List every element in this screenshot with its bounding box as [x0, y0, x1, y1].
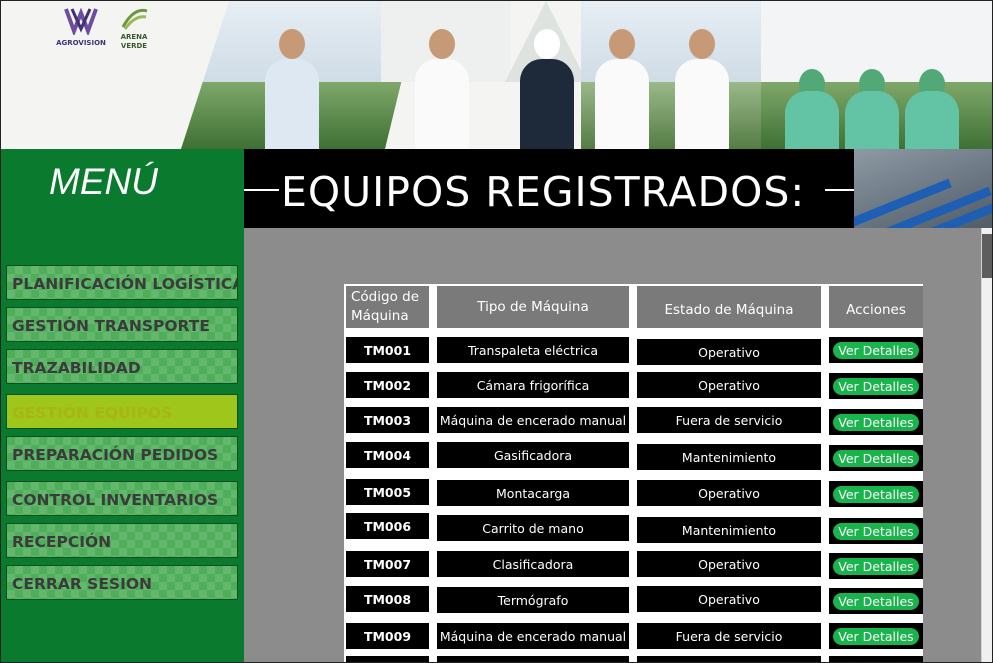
row-6-code: TM006 — [346, 513, 429, 539]
sidebar-item-trazabilidad[interactable]: TRAZABILIDAD — [6, 349, 238, 384]
row-2-type: Cámara frigorífica — [437, 372, 629, 398]
arena-verde-logo-text: ARENA VERDE — [120, 33, 148, 50]
row-6-status: Mantenimiento — [637, 517, 821, 543]
agrovision-logo: AGROVISION — [55, 5, 107, 47]
view-details-button[interactable]: Ver Detalles — [833, 592, 919, 610]
sidebar-item-preparacion-pedidos[interactable]: PREPARACIÓN PEDIDOS — [6, 436, 238, 471]
row-9-actions: Ver Detalles — [829, 623, 923, 649]
row-5-actions: Ver Detalles — [829, 481, 923, 507]
agrovision-logo-icon — [64, 7, 98, 37]
row-1-actions: Ver Detalles — [829, 337, 923, 363]
row-4-code: TM004 — [346, 442, 429, 468]
vertical-scrollbar[interactable] — [981, 228, 992, 662]
view-details-button[interactable]: Ver Detalles — [833, 522, 919, 540]
sidebar-item-gestion-transporte[interactable]: GESTIÓN TRANSPORTE — [6, 307, 238, 342]
column-header-tipo: Tipo de Máquina — [437, 286, 629, 328]
row-7-code: TM007 — [346, 551, 429, 577]
row-7-status: Operativo — [637, 551, 821, 577]
agrovision-logo-text: AGROVISION — [56, 39, 106, 47]
row-9-status: Fuera de servicio — [637, 623, 821, 649]
row-3-status: Fuera de servicio — [637, 407, 821, 433]
row-2-actions: Ver Detalles — [829, 373, 923, 399]
sidebar-item-cerrar-sesion[interactable]: CERRAR SESION — [6, 565, 238, 600]
row-6-actions: Ver Detalles — [829, 518, 923, 544]
page-title: EQUIPOS REGISTRADOS: — [281, 168, 806, 216]
sidebar-item-planificacion-logistica[interactable]: PLANIFICACIÓN LOGÍSTICA — [6, 265, 238, 300]
view-details-button[interactable]: Ver Detalles — [833, 485, 919, 503]
column-header-estado: Estado de Máquina — [637, 286, 821, 328]
row-8-status: Operativo — [637, 586, 821, 612]
row-9-code: TM009 — [346, 623, 429, 649]
arena-verde-logo: ARENA VERDE — [111, 5, 157, 51]
arena-verde-logo-icon — [121, 8, 148, 30]
row-5-type: Montacarga — [437, 480, 629, 506]
row-1-type: Transpaleta eléctrica — [437, 337, 629, 363]
table-row-partial — [437, 656, 629, 662]
title-divider-right — [825, 189, 854, 191]
row-5-code: TM005 — [346, 479, 429, 505]
table-row-partial — [637, 656, 821, 662]
row-4-actions: Ver Detalles — [829, 445, 923, 471]
header-photo-factory — [854, 149, 992, 228]
banner-photo-harvest — [761, 1, 992, 149]
row-3-type: Máquina de encerado manual — [437, 407, 629, 433]
column-header-codigo: Código de Máquina — [346, 286, 429, 328]
row-3-code: TM003 — [346, 407, 429, 433]
app-window: AGROVISION ARENA VERDE MENÚ PLANIFICACIÓ… — [0, 0, 993, 663]
column-header-acciones: Acciones — [829, 286, 923, 328]
row-2-status: Operativo — [637, 372, 821, 398]
row-8-type: Termógrafo — [437, 587, 629, 613]
sidebar-item-control-inventarios[interactable]: CONTROL INVENTARIOS — [6, 481, 238, 516]
row-8-actions: Ver Detalles — [829, 588, 923, 614]
view-details-button[interactable]: Ver Detalles — [833, 377, 919, 395]
table-row-partial — [346, 656, 429, 662]
view-details-button[interactable]: Ver Detalles — [833, 557, 919, 575]
view-details-button[interactable]: Ver Detalles — [833, 413, 919, 431]
banner-photo-team — [581, 1, 781, 149]
row-8-code: TM008 — [346, 586, 429, 612]
title-divider-left — [244, 189, 279, 191]
row-4-status: Mantenimiento — [637, 444, 821, 470]
row-7-actions: Ver Detalles — [829, 553, 923, 579]
view-details-button[interactable]: Ver Detalles — [833, 341, 919, 359]
view-details-button[interactable]: Ver Detalles — [833, 449, 919, 467]
menu-title: MENÚ — [49, 161, 158, 202]
row-7-type: Clasificadora — [437, 551, 629, 577]
row-6-type: Carrito de mano — [437, 515, 629, 541]
row-2-code: TM002 — [346, 372, 429, 398]
sidebar-item-recepcion[interactable]: RECEPCIÓN — [6, 523, 238, 558]
view-details-button[interactable]: Ver Detalles — [833, 627, 919, 645]
scrollbar-thumb[interactable] — [982, 234, 992, 278]
row-9-type: Máquina de encerado manual — [437, 623, 629, 649]
sidebar-item-gestion-equipos[interactable]: GESTIÓN EQUIPOS — [6, 394, 238, 429]
row-3-actions: Ver Detalles — [829, 409, 923, 435]
row-1-status: Operativo — [637, 339, 821, 365]
row-4-type: Gasificadora — [437, 442, 629, 468]
table-row-partial — [829, 656, 923, 662]
row-5-status: Operativo — [637, 480, 821, 506]
row-1-code: TM001 — [346, 337, 429, 363]
header-banner: AGROVISION ARENA VERDE — [1, 1, 992, 149]
